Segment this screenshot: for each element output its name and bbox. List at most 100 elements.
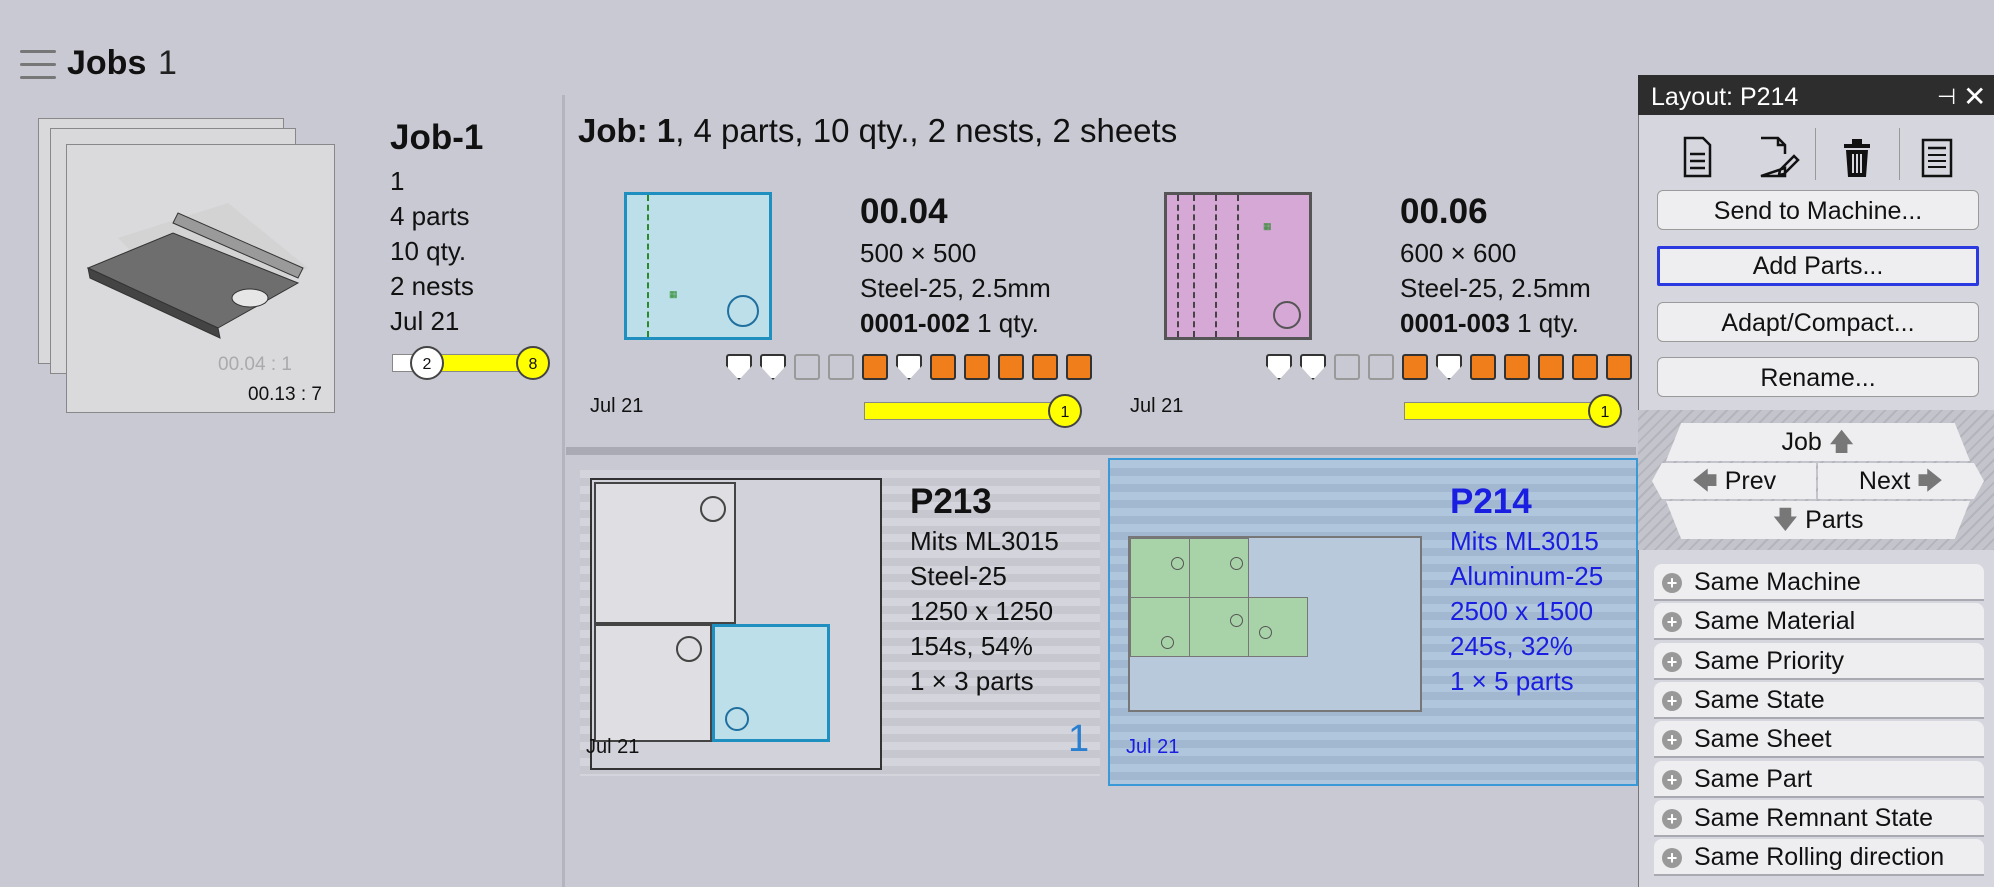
tool-icon [760, 354, 786, 380]
prev-button[interactable]: 🡄 Prev [1652, 463, 1816, 499]
document-icon[interactable] [1672, 132, 1722, 182]
tool-icon [1606, 354, 1632, 380]
plus-icon: + [1662, 808, 1682, 829]
part-material: Steel-25, 2.5mm [1400, 273, 1591, 303]
tool-icon [964, 354, 990, 380]
tool-icon [998, 354, 1024, 380]
nest-stats: 154s, 54% [910, 631, 1033, 661]
plus-icon: + [1662, 612, 1682, 633]
thumb-label: 00.13 : 7 [248, 384, 322, 405]
section-divider [566, 447, 1636, 455]
jobs-count: 1 [158, 44, 177, 82]
plus-icon: + [1662, 573, 1682, 593]
nest-name: P213 [910, 482, 992, 521]
part-name: 00.04 [860, 192, 948, 231]
part-name: 00.06 [1400, 192, 1488, 231]
nest-name: P214 [1450, 482, 1532, 521]
part-material: Steel-25, 2.5mm [860, 273, 1051, 303]
tool-icon [930, 354, 956, 380]
toolbar-divider [1899, 128, 1900, 180]
filter-same-1[interactable]: + Same Material [1654, 603, 1984, 641]
plus-icon: + [1662, 769, 1682, 790]
nest-date: Jul 21 [1126, 736, 1180, 758]
job-info-prefix: Job: [578, 112, 648, 149]
pin-icon[interactable]: ⊣ [1937, 84, 1956, 110]
tool-icon [1066, 354, 1092, 380]
next-button[interactable]: Next 🡆 [1818, 463, 1984, 499]
nest-sheet-size: 1250 x 1250 [910, 596, 1054, 626]
tool-icon [726, 354, 752, 380]
nest-machine: Mits ML3015 [910, 526, 1059, 556]
part-qty: 1 qty. [1517, 308, 1579, 338]
rename-button[interactable]: Rename... [1657, 357, 1979, 397]
close-icon[interactable]: ✕ [1963, 80, 1986, 113]
parts-nav-label: Parts [1805, 506, 1864, 534]
part-date: Jul 21 [1130, 395, 1184, 417]
part-id-qty: 0001-003 1 qty. [1400, 308, 1579, 339]
trash-icon[interactable] [1832, 132, 1882, 182]
report-icon[interactable] [1912, 132, 1962, 182]
part-thumbnail[interactable]: ▦ [624, 192, 772, 340]
job-nav-label: Job [1781, 428, 1822, 456]
job-info-number: 1 [656, 112, 676, 149]
part-qty: 1 qty. [977, 308, 1039, 338]
toolbar-divider [1815, 128, 1816, 180]
tool-icon [1300, 354, 1326, 380]
arrow-right-icon: 🡆 [1917, 467, 1944, 495]
nest-parts: 1 × 5 parts [1450, 666, 1574, 696]
nest-sheet-thumbnail[interactable] [1128, 536, 1422, 712]
tool-icon [1436, 354, 1462, 380]
tool-icon [1572, 354, 1598, 380]
part-3d-icon [86, 203, 308, 339]
job-parts: 4 parts [390, 201, 470, 231]
prev-label: Prev [1724, 467, 1777, 495]
tool-icon [1266, 354, 1292, 380]
nest-count: 1 [1068, 718, 1090, 760]
parts-nav-button[interactable]: 🡇 Parts [1666, 501, 1970, 539]
adapt-compact-button[interactable]: Adapt/Compact... [1657, 302, 1979, 342]
plus-icon: + [1662, 730, 1682, 751]
part-id: 0001-002 [860, 308, 970, 338]
add-parts-button[interactable]: Add Parts... [1657, 246, 1979, 286]
nest-sheet-size: 2500 x 1500 [1450, 596, 1594, 626]
filter-same-7[interactable]: + Same Rolling direction [1654, 839, 1984, 877]
tool-icon [1470, 354, 1496, 380]
filter-label: Same Remnant State [1694, 803, 1934, 832]
filter-same-0[interactable]: + Same Machine [1654, 564, 1984, 601]
part-id-qty: 0001-002 1 qty. [860, 308, 1039, 339]
filter-label: Same Sheet [1694, 725, 1832, 754]
nest-sheet-thumbnail[interactable] [590, 478, 882, 770]
part-progress-bar [1404, 402, 1606, 420]
part-progress-badge: 1 [1588, 394, 1622, 428]
part-id: 0001-003 [1400, 308, 1510, 338]
thumb-faded-label: 00.04 : 1 [218, 354, 292, 375]
panel-title: Layout: P214 [1651, 83, 1799, 111]
job-nav-button[interactable]: Job 🡅 [1666, 423, 1970, 461]
menu-icon[interactable] [20, 50, 56, 80]
plus-icon: + [1662, 690, 1682, 711]
filter-same-2[interactable]: + Same Priority [1654, 642, 1984, 680]
part-progress-badge: 1 [1048, 394, 1082, 428]
progress-end-badge: 8 [516, 346, 550, 380]
edit-document-icon[interactable] [1750, 132, 1800, 182]
part-progress-bar [864, 402, 1066, 420]
plus-icon: + [1662, 651, 1682, 672]
part-size: 500 × 500 [860, 238, 977, 268]
progress-start-badge: 2 [410, 346, 444, 380]
arrow-left-icon: 🡄 [1691, 467, 1718, 495]
tool-icon [794, 354, 820, 380]
nest-date: Jul 21 [586, 736, 640, 758]
page-title: Jobs [67, 44, 147, 82]
tool-icon [828, 354, 854, 380]
filter-same-6[interactable]: + Same Remnant State [1654, 799, 1984, 837]
nest-machine: Mits ML3015 [1450, 526, 1599, 556]
send-to-machine-button[interactable]: Send to Machine... [1657, 190, 1979, 230]
filter-same-5[interactable]: + Same Part [1654, 760, 1984, 798]
nest-parts: 1 × 3 parts [910, 666, 1034, 696]
tool-icon [862, 354, 888, 380]
tool-icon [1504, 354, 1530, 380]
part-thumbnail[interactable]: ▦ [1164, 192, 1312, 340]
filter-same-4[interactable]: + Same Sheet [1654, 721, 1984, 759]
tool-icon [1334, 354, 1360, 380]
filter-same-3[interactable]: + Same State [1654, 681, 1984, 719]
